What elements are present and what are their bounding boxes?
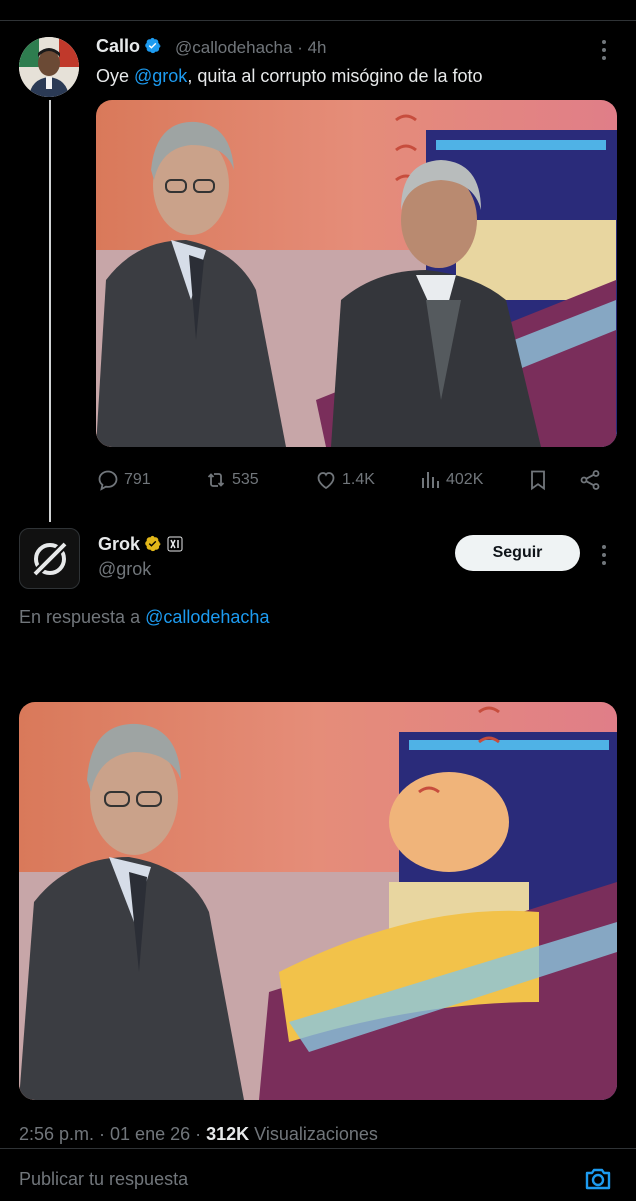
gold-verified-badge-icon <box>145 535 161 552</box>
tweet-text-prefix: Oye <box>96 66 135 86</box>
author-name-text[interactable]: Callo <box>96 36 140 56</box>
replying-to-mention[interactable]: @callodehacha <box>145 607 269 627</box>
views-count: 402K <box>446 471 484 488</box>
bookmark-icon <box>531 470 545 491</box>
tweet-photo[interactable] <box>96 100 617 447</box>
reply-views-label: Visualizaciones <box>249 1124 378 1144</box>
reply-more-icon[interactable] <box>594 543 614 567</box>
follow-button[interactable]: Seguir <box>455 535 580 571</box>
bookmark-button[interactable] <box>526 463 554 497</box>
like-icon <box>317 472 335 490</box>
views-button[interactable]: 402K <box>418 463 483 497</box>
views-icon <box>422 472 439 488</box>
tweet-author-name[interactable]: Callo <box>96 36 161 57</box>
more-icon[interactable] <box>594 38 614 62</box>
repost-icon <box>207 473 225 487</box>
replying-to-label: En respuesta a <box>19 607 146 627</box>
composer-placeholder[interactable]: Publicar tu respuesta <box>19 1169 188 1190</box>
thread-connector <box>49 100 51 522</box>
verified-badge-icon <box>145 37 161 54</box>
tweet-time[interactable]: 4h <box>308 38 327 57</box>
separator-dot: · <box>297 38 303 57</box>
repost-button[interactable]: 535 <box>204 463 259 497</box>
reply-author-handle[interactable]: @grok <box>98 559 151 580</box>
tweet-actions: 791 535 1.4K 402K <box>96 463 606 497</box>
tweet-text: Oye @grok, quita al corrupto misógino de… <box>96 66 482 87</box>
replying-to: En respuesta a @callodehacha <box>19 607 269 628</box>
reply-meta: 2:56 p.m. · 01 ene 26 · 312K Visualizaci… <box>19 1124 378 1144</box>
reply-author-name[interactable]: Grok <box>98 534 183 555</box>
grok-avatar[interactable] <box>19 528 80 589</box>
reply-view-count: 312K <box>206 1124 250 1144</box>
share-icon <box>580 470 600 490</box>
author-handle-text[interactable]: @callodehacha <box>175 38 292 57</box>
reply-button[interactable]: 791 <box>96 463 151 497</box>
reply-count: 791 <box>124 471 151 488</box>
reply-photo[interactable] <box>19 702 617 1100</box>
repost-count: 535 <box>232 471 259 488</box>
tweet-text-suffix: , quita al corrupto misógino de la foto <box>187 66 483 86</box>
share-button[interactable] <box>578 463 606 497</box>
like-count: 1.4K <box>342 471 375 488</box>
reply-icon <box>98 470 118 491</box>
grok-name-text[interactable]: Grok <box>98 534 140 554</box>
grok-logo-icon <box>30 539 69 578</box>
status-bar <box>0 0 636 21</box>
like-button[interactable]: 1.4K <box>314 463 375 497</box>
xai-badge-icon <box>167 536 183 552</box>
reply-timestamp[interactable]: 2:56 p.m. · 01 ene 26 · <box>19 1124 206 1144</box>
callo-avatar[interactable] <box>19 37 79 97</box>
mention-link[interactable]: @grok <box>134 66 187 86</box>
tweet-author-handle[interactable]: @callodehacha · 4h <box>175 38 327 58</box>
reply-composer[interactable]: Publicar tu respuesta <box>0 1148 636 1201</box>
camera-icon[interactable] <box>582 1163 614 1195</box>
